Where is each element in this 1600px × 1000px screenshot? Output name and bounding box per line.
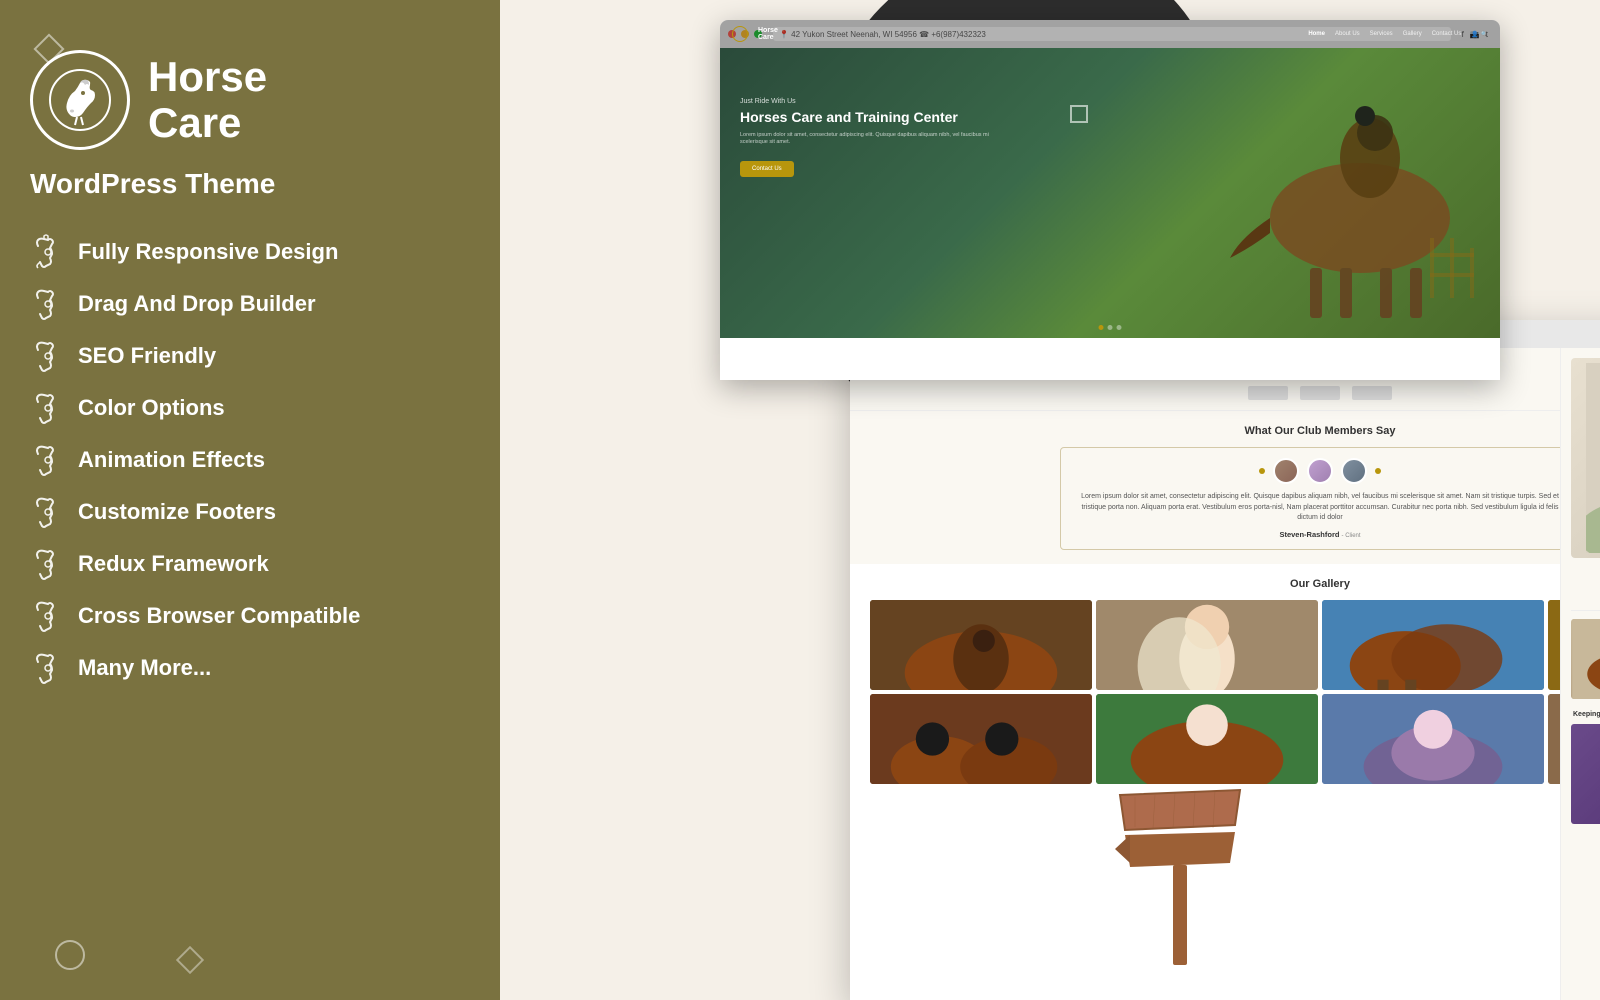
preview-nav-logo [732, 26, 748, 42]
hero-title: Horses Care and Training Center [740, 109, 1000, 126]
side-services-panel: es → [1560, 348, 1600, 1000]
horse-logo-icon [45, 65, 115, 135]
feature-color: Color Options [30, 384, 470, 432]
testimonial-title: What Our Club Members Say [870, 425, 1600, 437]
approved-logo-3 [1352, 386, 1392, 400]
avatar-2 [1307, 458, 1333, 484]
feature-browser: Cross Browser Compatible [30, 592, 470, 640]
nav-link-services: Services [1370, 31, 1393, 38]
more-icon [30, 650, 66, 686]
keeping-images [1571, 619, 1600, 699]
logo-circle [30, 50, 130, 150]
keeping-label-row: Keeping and Care → [1571, 705, 1600, 724]
gallery-cell-2 [1096, 600, 1318, 690]
left-panel: Horse Care WordPress Theme Fully Respons… [0, 0, 500, 1000]
keeping-label-text: Keeping and Care [1573, 711, 1600, 718]
right-panel: W 📍 42 Yukon Street Neenah, WI 54956 ☎ +… [430, 0, 1600, 1000]
service-item-1: → [1571, 587, 1600, 611]
hero-description: Lorem ipsum dolor sit amet, consectetur … [740, 132, 1000, 147]
feature-list: Fully Responsive Design Drag And Drop Bu… [30, 228, 470, 692]
hero-dot-1 [1099, 325, 1104, 330]
horse-jump-image [1571, 358, 1600, 558]
feature-redux: Redux Framework [30, 540, 470, 588]
avatar-dot-left [1259, 468, 1265, 474]
color-icon [30, 390, 66, 426]
avatar-3 [1341, 458, 1367, 484]
redux-icon [30, 546, 66, 582]
testimonial-text: Lorem ipsum dolor sit amet, consectetur … [1075, 492, 1565, 524]
preview-nav-brand: HorseCare [758, 27, 778, 41]
testimonial-box: Lorem ipsum dolor sit amet, consectetur … [1060, 447, 1580, 550]
preview-nav-links: Home About Us Services Gallery Contact U… [1308, 31, 1488, 38]
preview-nav: HorseCare Home About Us Services Gallery… [720, 20, 1500, 48]
approved-logo-2 [1300, 386, 1340, 400]
responsive-icon [30, 234, 66, 270]
nav-link-home: Home [1308, 31, 1325, 38]
video-thumbnail[interactable] [1571, 724, 1600, 824]
keeping-section: Keeping and Care → [1571, 619, 1600, 824]
testimonial-author: Steven-Rashford - Client [1075, 530, 1565, 539]
brand-name: Horse Care [148, 54, 267, 146]
nav-link-user: 👤 🔍 [1471, 31, 1488, 38]
browser-top: 📍 42 Yukon Street Neenah, WI 54956 ☎ +6(… [720, 20, 1500, 380]
services-approved-text: es [1571, 568, 1600, 579]
gallery-cell-5 [870, 694, 1092, 784]
gallery-title: Our Gallery [870, 578, 1600, 590]
hero-cta-button[interactable]: Contact Us [740, 161, 794, 177]
hero-content: Just Ride With Us Horses Care and Traini… [740, 98, 1000, 177]
feature-footer: Customize Footers [30, 488, 470, 536]
dragdrop-icon [30, 286, 66, 322]
feature-responsive: Fully Responsive Design [30, 228, 470, 276]
gallery-cell-7 [1322, 694, 1544, 784]
horse-jump-svg [1586, 363, 1600, 553]
approved-logo-1 [1248, 386, 1288, 400]
deco-diamond-bottom [176, 946, 204, 974]
feature-more: Many More... [30, 644, 470, 692]
wooden-sign [1115, 785, 1245, 970]
feature-dragdrop: Drag And Drop Builder [30, 280, 470, 328]
feature-animation: Animation Effects [30, 436, 470, 484]
seo-icon [30, 338, 66, 374]
wordpress-theme-label: WordPress Theme [30, 168, 470, 200]
gallery-grid [870, 600, 1600, 784]
deco-circle-bottom [55, 940, 85, 970]
wooden-sign-svg [1115, 785, 1245, 965]
nav-link-about: About Us [1335, 31, 1360, 38]
hero-dots [1099, 325, 1122, 330]
keeping-img-1 [1571, 619, 1600, 699]
hero-subtitle: Just Ride With Us [740, 98, 1000, 105]
preview-hero: Just Ride With Us Horses Care and Traini… [720, 48, 1500, 338]
hero-dot-2 [1108, 325, 1113, 330]
nav-link-gallery: Gallery [1403, 31, 1422, 38]
avatar-dot-right [1375, 468, 1381, 474]
deco-square [1070, 105, 1088, 123]
gallery-cell-1 [870, 600, 1092, 690]
gallery-cell-3 [1322, 600, 1544, 690]
testimonial-section: What Our Club Members Say Lorem ipsum do… [850, 411, 1600, 564]
approved-logos [870, 386, 1600, 400]
avatar-1 [1273, 458, 1299, 484]
logo-area: Horse Care [30, 50, 470, 150]
hero-dot-3 [1117, 325, 1122, 330]
testimonial-avatars [1075, 458, 1565, 484]
browser-compat-icon [30, 598, 66, 634]
animation-icon [30, 442, 66, 478]
gallery-section: Our Gallery [850, 564, 1600, 798]
footer-icon [30, 494, 66, 530]
nav-link-contact: Contact Us [1432, 31, 1462, 38]
hero-horse-silhouette [1210, 58, 1490, 328]
feature-seo: SEO Friendly [30, 332, 470, 380]
gallery-cell-6 [1096, 694, 1318, 784]
